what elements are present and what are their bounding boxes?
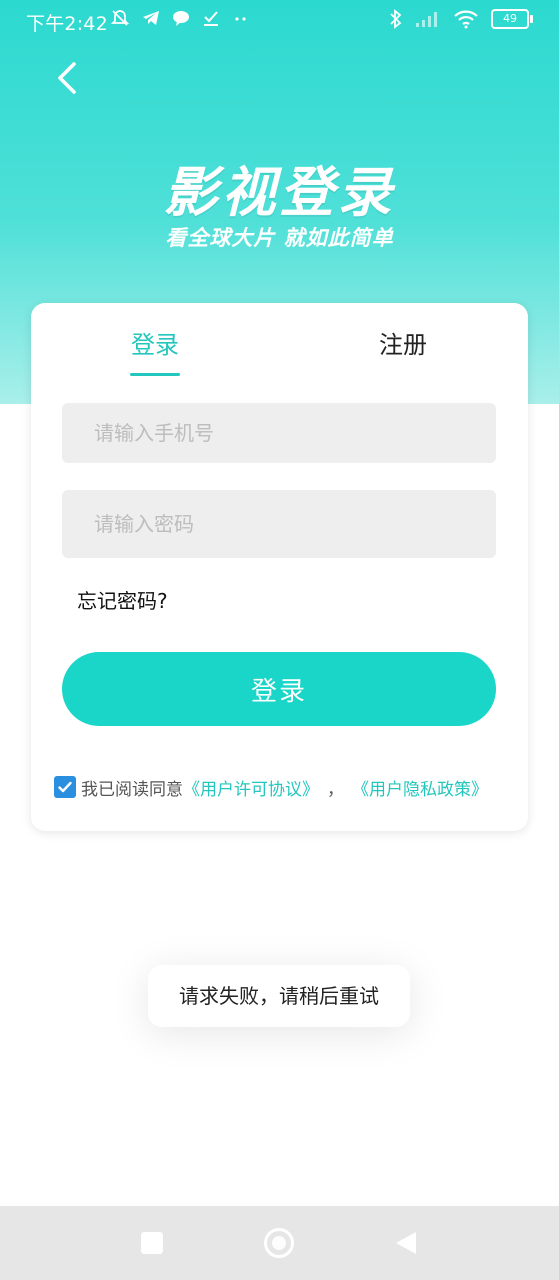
nav-back-button[interactable] — [394, 1230, 418, 1256]
status-time: 下午2:42 — [26, 13, 108, 35]
status-notification-icons — [110, 8, 250, 28]
home-button[interactable] — [264, 1228, 294, 1258]
tab-active-indicator — [130, 373, 180, 376]
triangle-back-icon — [396, 1232, 416, 1254]
login-button[interactable]: 登录 — [62, 652, 496, 726]
terms-link[interactable]: 《用户许可协议》 — [183, 775, 319, 800]
forgot-password-link[interactable]: 忘记密码? — [77, 585, 168, 614]
wifi-icon — [454, 10, 478, 29]
phone-input[interactable] — [62, 403, 496, 463]
error-toast: 请求失败，请稍后重试 — [148, 965, 410, 1027]
agreement-separator: ， — [327, 779, 344, 800]
battery-icon: 49 — [491, 9, 533, 29]
privacy-link[interactable]: 《用户隐私政策》 — [352, 775, 488, 800]
agreement-row: 我已阅读同意 《用户许可协议》 ， 《用户隐私政策》 — [54, 772, 488, 802]
tab-register[interactable]: 注册 — [379, 325, 427, 360]
tab-login[interactable]: 登录 — [131, 325, 179, 360]
chevron-left-icon — [58, 62, 76, 94]
checkmark-icon — [58, 781, 72, 793]
bluetooth-icon — [390, 9, 402, 29]
hero-title: 影视登录 — [163, 161, 396, 224]
status-system-icons: 49 — [389, 8, 533, 30]
telegram-icon — [143, 11, 159, 25]
home-circle-icon — [272, 1236, 286, 1250]
chat-bubble-icon — [173, 11, 189, 26]
signal-icon — [416, 12, 437, 27]
hero-subtitle: 看全球大片 就如此简单 — [165, 226, 394, 250]
login-card: 登录 注册 忘记密码? 登录 我已阅读同意 《用户许可协议》 ， 《用户隐私政策… — [31, 303, 528, 831]
back-button[interactable] — [48, 56, 88, 100]
recent-apps-button[interactable] — [141, 1232, 163, 1254]
password-input[interactable] — [62, 490, 496, 558]
system-nav-bar — [0, 1206, 559, 1280]
battery-level: 49 — [503, 12, 517, 25]
agreement-prefix: 我已阅读同意 — [81, 779, 183, 800]
mute-bell-icon — [110, 10, 130, 26]
download-check-icon — [204, 11, 218, 26]
more-dots-icon — [235, 17, 246, 21]
agreement-checkbox[interactable] — [54, 776, 76, 798]
status-bar: 下午2:42 49 — [0, 0, 559, 44]
